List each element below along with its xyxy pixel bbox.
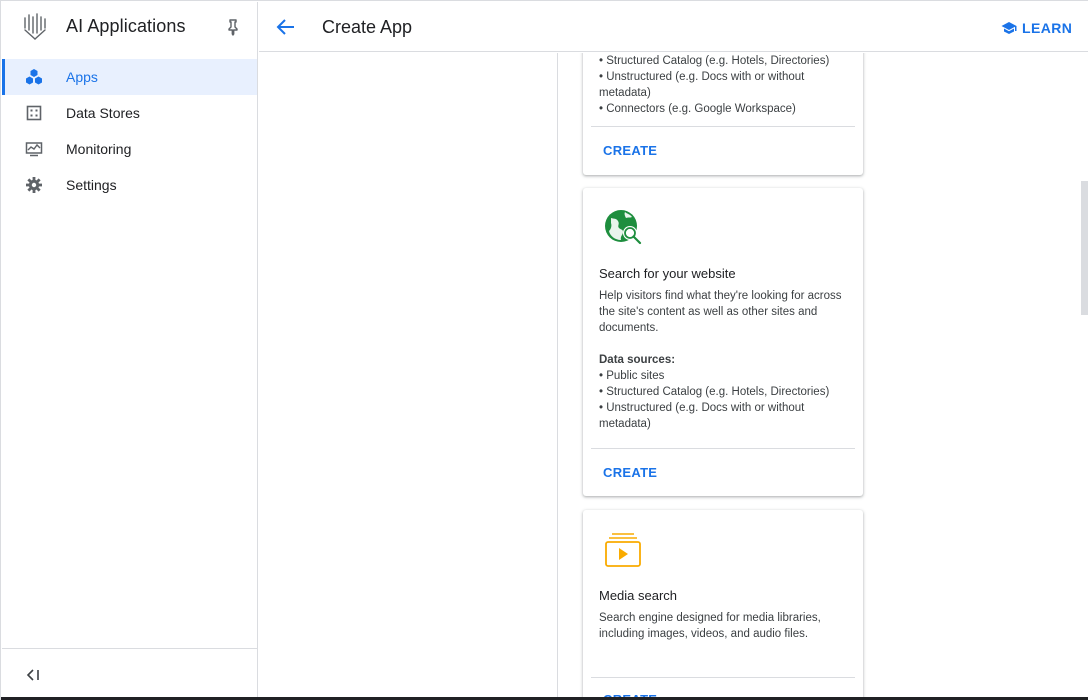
card-description: Help visitors find what they're looking …: [599, 290, 842, 334]
media-play-icon: [605, 533, 641, 567]
app-type-card-chat: • Structured Catalog (e.g. Hotels, Direc…: [583, 53, 863, 175]
data-source-item: • Unstructured (e.g. Docs with or withou…: [599, 402, 805, 414]
main-content: • Structured Catalog (e.g. Hotels, Direc…: [259, 53, 1088, 700]
create-button[interactable]: CREATE: [603, 465, 657, 480]
learn-label: LEARN: [1022, 20, 1073, 36]
data-sources-list: Data sources: • Public sites • Structure…: [599, 352, 829, 432]
sidebar-item-apps[interactable]: Apps: [2, 59, 257, 95]
ai-applications-logo-icon: [24, 13, 46, 40]
globe-search-icon: [605, 210, 642, 245]
data-source-item: • Connectors (e.g. Google Workspace): [599, 103, 796, 115]
back-arrow-icon[interactable]: [275, 16, 297, 38]
sidebar-item-label: Settings: [66, 177, 117, 193]
app-window: AI Applications Apps Data Stores Monitor…: [0, 0, 1088, 700]
school-cap-icon: [1001, 22, 1017, 34]
monitoring-icon: [25, 142, 43, 157]
apps-cubes-icon: [26, 69, 42, 85]
create-button[interactable]: CREATE: [603, 143, 657, 158]
sidebar-footer: [2, 648, 257, 700]
column-divider: [557, 53, 558, 700]
sidebar-item-data-stores[interactable]: Data Stores: [2, 95, 257, 131]
card-divider: [591, 126, 855, 127]
data-source-item: metadata): [599, 418, 651, 430]
card-title: Media search: [599, 588, 678, 603]
sidebar-item-label: Data Stores: [66, 105, 140, 121]
data-source-item: • Structured Catalog (e.g. Hotels, Direc…: [599, 386, 830, 398]
data-source-item: • Unstructured (e.g. Docs with or withou…: [599, 71, 805, 83]
gear-icon: [26, 177, 42, 193]
data-source-item: • Public sites: [599, 370, 665, 382]
data-sources-title: Data sources:: [599, 354, 676, 366]
learn-button[interactable]: LEARN: [1001, 17, 1072, 39]
card-divider: [591, 448, 855, 449]
data-sources-list: • Structured Catalog (e.g. Hotels, Direc…: [599, 53, 829, 117]
sidebar-item-label: Monitoring: [66, 141, 132, 157]
app-type-card-media-search: Media search Search engine designed for …: [583, 510, 863, 700]
data-source-item: metadata): [599, 87, 651, 99]
card-divider: [591, 677, 855, 678]
data-stores-icon: [26, 105, 42, 121]
card-title: Search for your website: [599, 266, 736, 281]
sidebar-item-settings[interactable]: Settings: [2, 167, 257, 203]
product-title: AI Applications: [66, 16, 186, 36]
sidebar-item-monitoring[interactable]: Monitoring: [2, 131, 257, 167]
page-title: Create App: [322, 17, 413, 37]
data-source-item: • Structured Catalog (e.g. Hotels, Direc…: [599, 55, 830, 67]
card-description: Search engine designed for media librari…: [599, 612, 821, 640]
sidebar-item-label: Apps: [66, 69, 98, 85]
app-type-card-website-search: Search for your website Help visitors fi…: [583, 188, 863, 496]
sidebar: AI Applications Apps Data Stores Monitor…: [2, 2, 258, 700]
top-bar: Create App LEARN: [259, 2, 1088, 52]
sidebar-header: AI Applications: [2, 2, 257, 52]
pin-icon[interactable]: [224, 18, 242, 36]
sidebar-nav: Apps Data Stores Monitoring Settings: [2, 59, 257, 203]
vertical-scrollbar[interactable]: [1081, 181, 1088, 315]
collapse-sidebar-icon[interactable]: [24, 667, 44, 683]
